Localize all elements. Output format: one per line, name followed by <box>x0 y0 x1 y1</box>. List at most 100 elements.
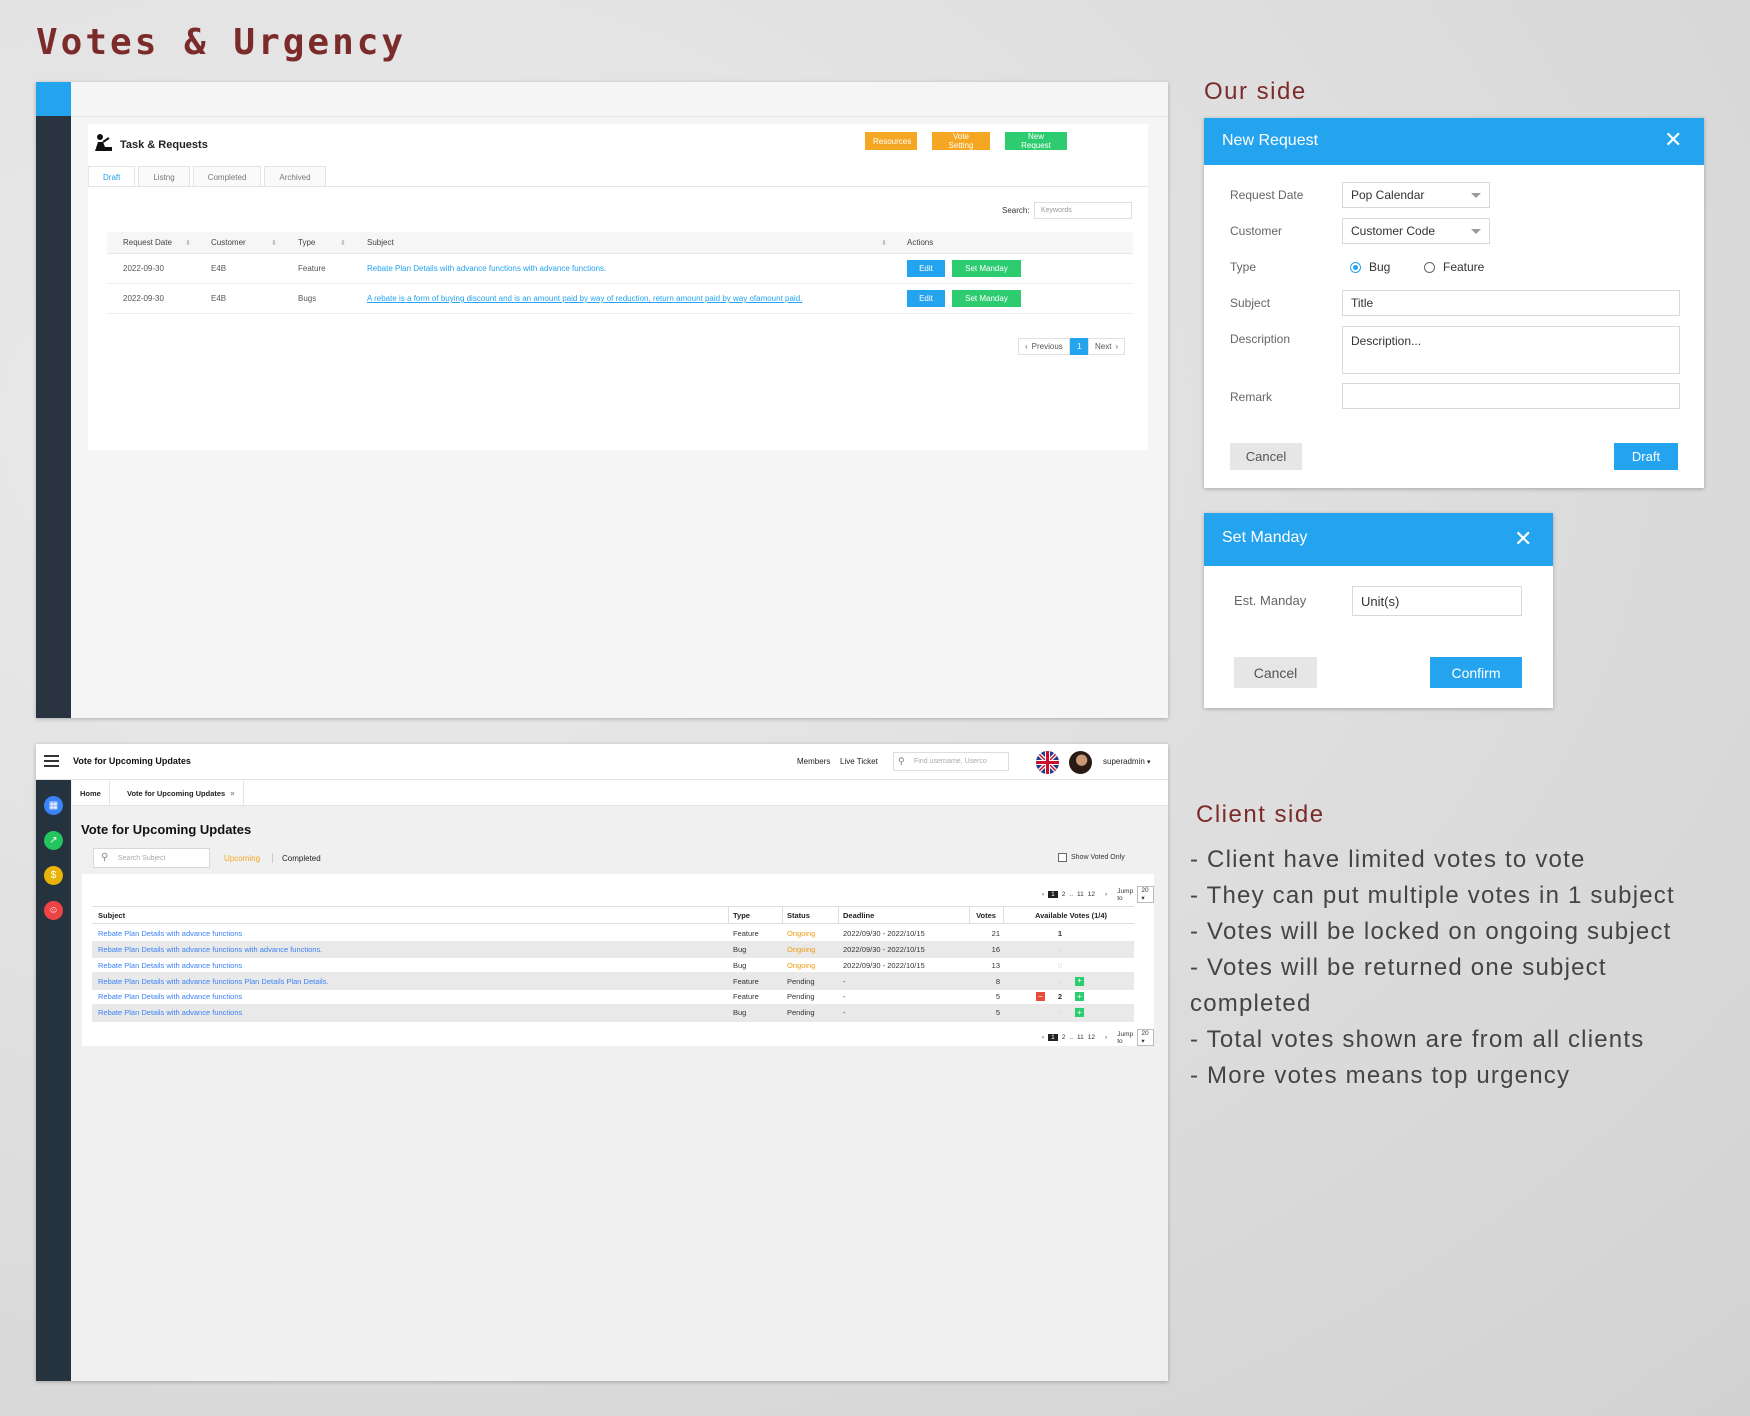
row-subject-link[interactable]: A rebate is a form of buying discount an… <box>367 284 802 313</box>
search-subject-input[interactable]: ⚲ Search Subject <box>93 848 210 868</box>
app-title: Vote for Upcoming Updates <box>73 756 191 766</box>
search-label: Search: <box>1002 206 1030 215</box>
my-votes: 0 <box>1057 960 1063 970</box>
chart-icon[interactable]: ↗ <box>44 831 63 850</box>
vote-setting-button[interactable]: Vote Setting <box>932 132 990 150</box>
sidebar: ▦ ↗ $ ☺ <box>36 780 71 1381</box>
page-current[interactable]: 1 <box>1048 1034 1058 1041</box>
set-manday-button[interactable]: Set Manday <box>952 260 1021 277</box>
chevron-down-icon <box>1471 193 1481 198</box>
close-icon[interactable]: ✕ <box>1664 127 1682 153</box>
cancel-button[interactable]: Cancel <box>1234 657 1317 688</box>
description-textarea[interactable]: Description... <box>1342 326 1680 374</box>
search-icon: ⚲ <box>898 756 905 766</box>
user-menu[interactable]: superadmin ▾ <box>1103 757 1151 766</box>
vote-status: Pending <box>787 1008 815 1018</box>
next-page-button[interactable]: Next › <box>1088 338 1126 355</box>
coin-icon[interactable]: $ <box>44 866 63 885</box>
sidebar-header <box>36 82 71 116</box>
per-page-select[interactable]: 20 ▾ <box>1137 886 1154 903</box>
nav-members[interactable]: Members <box>797 757 830 766</box>
chevron-right-icon[interactable]: › <box>1105 1034 1107 1041</box>
avatar[interactable] <box>1069 751 1092 774</box>
col-customer[interactable]: Customer <box>211 232 246 253</box>
show-voted-only-checkbox[interactable]: Show Voted Only <box>1058 853 1125 862</box>
sidebar <box>36 82 71 718</box>
chevron-left-icon[interactable]: ‹ <box>1042 891 1044 898</box>
customer-select[interactable]: Customer Code <box>1342 218 1490 244</box>
worker-icon <box>92 134 114 155</box>
tab-completed[interactable]: Completed <box>192 166 262 186</box>
remark-input[interactable] <box>1342 383 1680 409</box>
type-radio-bug[interactable]: Bug <box>1350 260 1390 274</box>
close-icon[interactable]: × <box>230 789 234 798</box>
row-customer: E4B <box>211 264 227 273</box>
remark-label: Remark <box>1230 390 1273 404</box>
add-vote-button[interactable]: + <box>1075 992 1084 1002</box>
hamburger-icon[interactable] <box>44 755 59 767</box>
search-input[interactable]: Keywords <box>1034 202 1132 219</box>
page-link[interactable]: 2 <box>1062 1034 1066 1041</box>
sort-icon[interactable]: ⬍ <box>881 232 887 253</box>
tab-draft[interactable]: Draft <box>88 166 136 186</box>
page-current[interactable]: 1 <box>1048 891 1058 898</box>
modal-header: New Request ✕ <box>1204 118 1704 165</box>
previous-page-button[interactable]: ‹ Previous <box>1018 338 1070 355</box>
col-request-date[interactable]: Request Date <box>123 232 172 253</box>
draft-button[interactable]: Draft <box>1614 443 1678 470</box>
page-title: Votes & Urgency <box>36 22 407 63</box>
type-radio-feature[interactable]: Feature <box>1424 260 1484 274</box>
page-link[interactable]: 2 <box>1062 891 1066 898</box>
chevron-left-icon[interactable]: ‹ <box>1042 1034 1044 1041</box>
tab-listing[interactable]: Listng <box>138 166 190 186</box>
new-request-modal: New Request ✕ Request Date Pop Calendar … <box>1204 118 1704 488</box>
add-vote-button[interactable]: + <box>1075 976 1084 986</box>
col-deadline: Deadline <box>843 910 875 920</box>
vote-total: 5 <box>995 1008 1000 1018</box>
new-request-button[interactable]: New Request <box>1005 132 1067 150</box>
resources-button[interactable]: Resources <box>865 132 917 150</box>
add-vote-button[interactable]: + <box>1075 1008 1084 1018</box>
col-type: Type <box>733 910 750 920</box>
chevron-right-icon[interactable]: › <box>1105 891 1107 898</box>
subject-input[interactable]: Title <box>1342 290 1680 316</box>
col-subject[interactable]: Subject <box>367 232 394 253</box>
confirm-button[interactable]: Confirm <box>1430 657 1522 688</box>
set-manday-button[interactable]: Set Manday <box>952 290 1021 307</box>
sort-icon[interactable]: ⬍ <box>271 232 277 253</box>
tab-completed[interactable]: Completed <box>282 854 321 863</box>
page-link[interactable]: 12 <box>1088 1034 1095 1041</box>
page-1-button[interactable]: 1 <box>1070 338 1089 355</box>
page-link[interactable]: 11 <box>1077 1034 1084 1041</box>
tab-upcoming[interactable]: Upcoming <box>224 854 260 863</box>
user-icon[interactable]: ☺ <box>44 901 63 920</box>
tab-archived[interactable]: Archived <box>264 166 326 186</box>
crumb-home[interactable]: Home <box>72 780 110 806</box>
nav-live-ticket[interactable]: Live Ticket <box>840 757 878 766</box>
col-type[interactable]: Type <box>298 232 315 253</box>
chevron-down-icon: ▾ <box>1147 759 1151 766</box>
est-manday-label: Est. Manday <box>1234 593 1307 608</box>
briefcase-icon[interactable]: ▦ <box>44 796 63 815</box>
crumb-vote-page[interactable]: Vote for Upcoming Updates × <box>119 780 244 806</box>
edit-button[interactable]: Edit <box>907 290 945 307</box>
vote-subject-link[interactable]: Rebate Plan Details with advance functio… <box>98 1004 242 1022</box>
edit-button[interactable]: Edit <box>907 260 945 277</box>
chevron-left-icon: ‹ <box>1025 342 1028 351</box>
sort-icon[interactable]: ⬍ <box>185 232 191 253</box>
remove-vote-button[interactable]: − <box>1036 992 1045 1002</box>
vote-type: Bug <box>733 1008 747 1018</box>
row-subject-link[interactable]: Rebate Plan Details with advance functio… <box>367 254 606 283</box>
find-user-input[interactable]: ⚲ Find username, Userco <box>893 752 1009 771</box>
sort-icon[interactable]: ⬍ <box>340 232 346 253</box>
page-link[interactable]: 11 <box>1077 891 1084 898</box>
note-item: - Votes will be locked on ongoing subjec… <box>1190 918 1672 945</box>
top-bar: Vote for Upcoming Updates Members Live T… <box>36 744 1168 780</box>
uk-flag-icon[interactable] <box>1036 751 1059 774</box>
close-icon[interactable]: ✕ <box>1514 526 1532 552</box>
est-manday-input[interactable]: Unit(s) <box>1352 586 1522 616</box>
page-link[interactable]: 12 <box>1088 891 1095 898</box>
request-date-select[interactable]: Pop Calendar <box>1342 182 1490 208</box>
cancel-button[interactable]: Cancel <box>1230 443 1302 470</box>
per-page-select[interactable]: 20 ▾ <box>1137 1029 1154 1046</box>
